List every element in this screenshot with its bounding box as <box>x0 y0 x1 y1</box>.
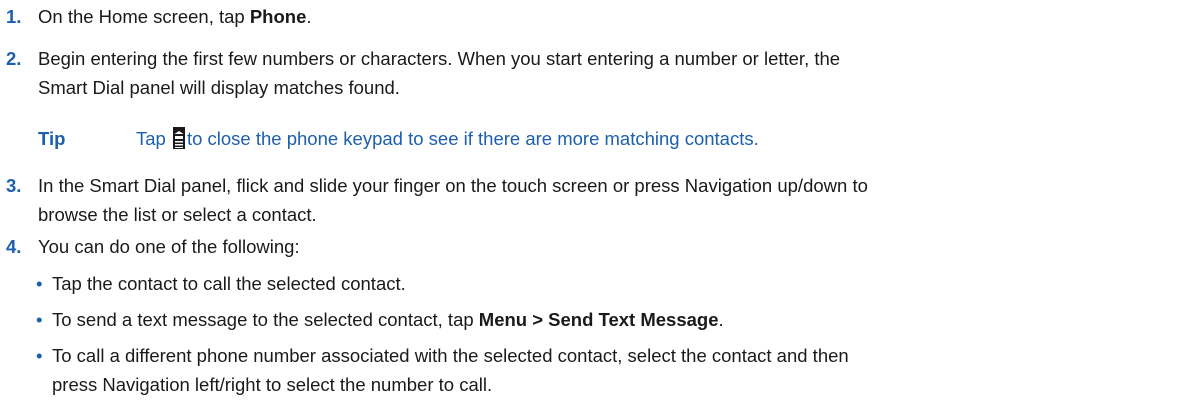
bullet-item: • Tap the contact to call the selected c… <box>36 269 1176 298</box>
tip-text-post: to close the phone keypad to see if ther… <box>186 128 759 149</box>
instructions-page: 1. On the Home screen, tap Phone. 2. Beg… <box>0 0 1185 416</box>
bullet-icon: • <box>36 309 43 330</box>
tip-note: Tip Tap to close the phone keypad to see … <box>38 124 759 157</box>
step-1: 1. On the Home screen, tap Phone. <box>6 2 1176 31</box>
step-number: 4. <box>6 236 22 257</box>
step-number: 3. <box>6 175 22 196</box>
step-text-line-1: In the Smart Dial panel, flick and slide… <box>38 175 868 196</box>
tip-label: Tip <box>38 128 66 149</box>
step-4: 4. You can do one of the following: <box>6 232 1176 261</box>
step-2: 2. Begin entering the first few numbers … <box>6 44 1176 102</box>
step-text-line-1: Begin entering the first few numbers or … <box>38 48 841 69</box>
step-number: 1. <box>6 6 22 27</box>
step-text: You can do one of the following: <box>38 236 300 257</box>
bullet-text-line-2: press Navigation left/right to select th… <box>52 374 493 395</box>
bullet-text: Tap the contact to call the selected con… <box>52 273 406 294</box>
bullet-text: To send a text message to the selected c… <box>52 305 1176 334</box>
step-text-line-2: Smart Dial panel will display matches fo… <box>38 77 400 98</box>
tip-text-pre: Tap <box>136 128 166 149</box>
bullet-text-line-1: To call a different phone number associa… <box>52 345 849 366</box>
bullet-item: • To send a text message to the selected… <box>36 305 1176 334</box>
bullet-icon: • <box>36 345 43 366</box>
phone-label: Phone <box>249 6 307 27</box>
step-text-line-2: browse the list or select a contact. <box>38 204 317 225</box>
bullet-text-part: . <box>718 309 724 330</box>
step-text-part: . <box>306 6 312 27</box>
menu-path: Menu > Send Text Message <box>478 309 719 330</box>
keypad-toggle-icon <box>172 127 185 157</box>
step-number: 2. <box>6 48 22 69</box>
bullet-icon: • <box>36 273 43 294</box>
bullet-text-part: To send a text message to the selected c… <box>52 309 479 330</box>
step-text: On the Home screen, tap Phone. <box>38 2 1176 31</box>
step-3: 3. In the Smart Dial panel, flick and sl… <box>6 171 1176 229</box>
bullet-item: • To call a different phone number assoc… <box>36 341 1176 399</box>
step-text-part: On the Home screen, tap <box>38 6 250 27</box>
